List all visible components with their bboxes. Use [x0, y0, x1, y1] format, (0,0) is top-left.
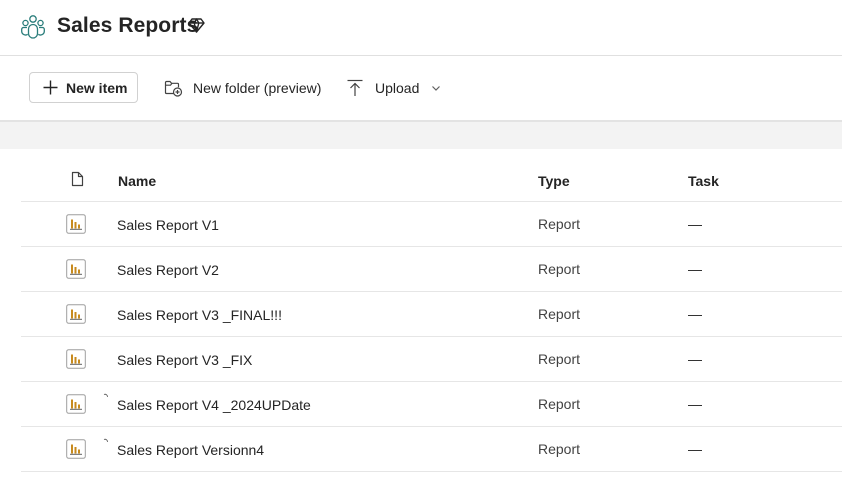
new-item-button[interactable]: New item	[29, 72, 138, 103]
report-icon	[66, 304, 86, 324]
item-name[interactable]: Sales Report V3 _FIX	[117, 352, 252, 368]
folder-add-icon	[164, 80, 183, 97]
item-name[interactable]: Sales Report V4 _2024UPDate	[117, 397, 311, 413]
report-icon	[66, 439, 86, 459]
new-item-label: New item	[66, 80, 128, 96]
item-task: —	[688, 396, 702, 412]
item-type: Report	[538, 306, 581, 322]
column-header-type[interactable]: Type	[538, 173, 570, 189]
page-title: Sales Reports	[57, 14, 199, 37]
item-task: —	[688, 216, 702, 232]
table-row[interactable]: Sales Report V3 _FINAL!!! Report —	[21, 292, 842, 337]
item-type: Report	[538, 351, 581, 367]
item-type: Report	[538, 396, 581, 412]
table-row[interactable]: Sales Report V1 Report —	[21, 202, 842, 247]
report-icon	[66, 349, 86, 369]
premium-diamond-icon	[188, 18, 205, 33]
toolbar: New item New folder (preview) Upload	[0, 56, 842, 120]
item-task: —	[688, 306, 702, 322]
item-task: —	[688, 261, 702, 277]
item-type: Report	[538, 261, 581, 277]
column-header-task[interactable]: Task	[688, 173, 719, 189]
sync-status-icon	[103, 438, 108, 443]
table-row[interactable]: Sales Report V4 _2024UPDate Report —	[21, 382, 842, 427]
column-header-name[interactable]: Name	[118, 173, 156, 189]
workspace-header: Sales Reports	[0, 0, 842, 56]
new-folder-label: New folder (preview)	[193, 79, 322, 96]
item-task: —	[688, 441, 702, 457]
items-table: Name Type Task Sales Report V1 Report — Sal…	[21, 158, 842, 472]
item-name[interactable]: Sales Report Versionn4	[117, 442, 264, 458]
new-folder-button[interactable]: New folder (preview)	[164, 72, 321, 103]
table-header: Name Type Task	[21, 158, 842, 202]
table-row[interactable]: Sales Report V3 _FIX Report —	[21, 337, 842, 382]
workspace-people-icon	[21, 15, 45, 39]
plus-icon	[43, 80, 58, 95]
item-name[interactable]: Sales Report V2	[117, 262, 219, 278]
filter-band	[0, 120, 842, 149]
sync-status-icon	[103, 393, 108, 398]
item-type: Report	[538, 216, 581, 232]
upload-button[interactable]: Upload	[345, 72, 441, 103]
item-name[interactable]: Sales Report V1	[117, 217, 219, 233]
table-row[interactable]: Sales Report V2 Report —	[21, 247, 842, 292]
item-type: Report	[538, 441, 581, 457]
upload-label: Upload	[375, 79, 420, 96]
chevron-down-icon[interactable]	[431, 83, 441, 93]
report-icon	[66, 259, 86, 279]
item-name[interactable]: Sales Report V3 _FINAL!!!	[117, 307, 282, 323]
item-task: —	[688, 351, 702, 367]
table-row[interactable]: Sales Report Versionn4 Report —	[21, 427, 842, 472]
report-icon	[66, 214, 86, 234]
upload-icon	[347, 79, 363, 96]
file-icon	[71, 171, 84, 187]
report-icon	[66, 394, 86, 414]
